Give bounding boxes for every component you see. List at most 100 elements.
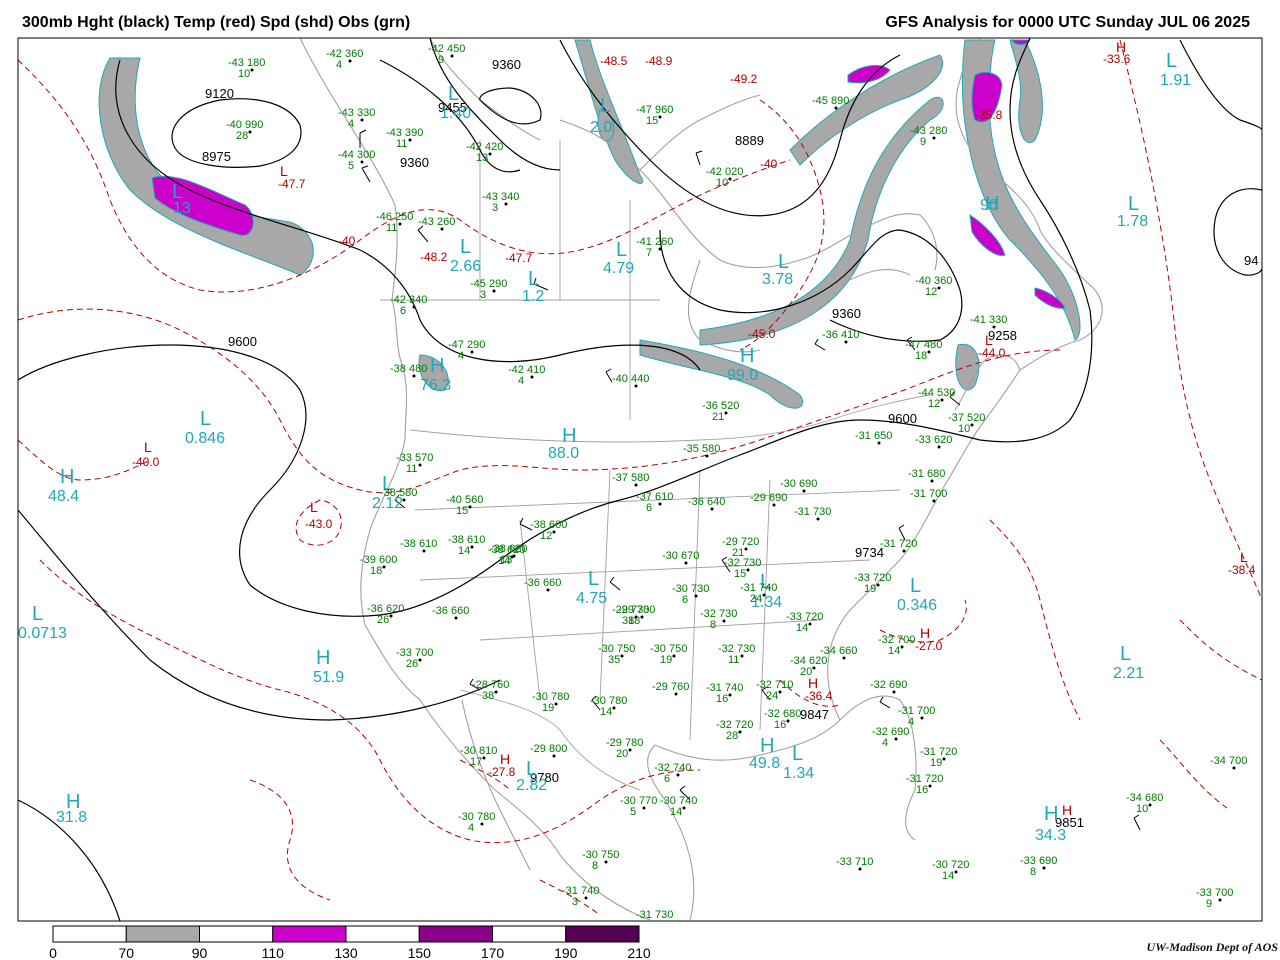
speed-value: 49.8 [749,755,780,772]
station-marker [612,706,616,710]
obs-temp-height: -42 360 [326,48,363,60]
obs-dewpoint: 4 [468,822,474,834]
station-marker [1042,866,1046,870]
station-marker [504,202,508,206]
svg-text:L: L [792,743,803,765]
obs-dewpoint: 12 [925,286,937,298]
obs-dewpoint: 9 [920,136,926,148]
speed-value: 76.3 [420,377,451,394]
obs-dewpoint: 15 [734,568,746,580]
obs-temp-height: -31 680 [908,468,945,480]
legend-bin [418,925,493,943]
station-marker [992,325,996,329]
height-label: 8889 [735,133,764,148]
obs-dewpoint: 4 [458,350,464,362]
station-marker [930,479,934,483]
obs-dewpoint: 17 [470,756,482,768]
station-marker [816,517,820,521]
temp-label: -27.0 [915,639,943,653]
obs-dewpoint: 26 [406,658,418,670]
height-label: 8975 [202,149,231,164]
obs-dewpoint: 11 [386,222,397,234]
svg-text:L: L [460,236,471,258]
station-marker [348,59,352,63]
station-marker [786,719,790,723]
station-marker [694,594,698,598]
obs-dewpoint: 12 [928,398,940,410]
obs-dewpoint: 38 [482,690,494,702]
temp-label: -27.8 [488,765,516,779]
obs-temp-height: -32 740 [654,762,691,774]
temp-label: -44.0 [978,346,1006,360]
station-marker [802,489,806,493]
obs-dewpoint: 24 [750,593,762,605]
obs-temp-height: -30 670 [662,550,699,562]
station-marker [248,130,252,134]
legend-tick-label: 210 [627,945,651,960]
obs-temp-height: -31 730 [636,909,673,921]
svg-text:L: L [448,83,459,105]
obs-temp-height: -43 280 [910,125,947,137]
obs-dewpoint: 14 [942,870,954,882]
temp-label: -48.2 [420,250,448,264]
station-marker [552,530,556,534]
svg-text:H: H [316,647,330,669]
obs-temp-height: -30 780 [458,811,495,823]
legend-bin [125,925,200,943]
speed-value: 90 [980,197,998,214]
obs-dewpoint: 5 [348,160,354,172]
legend-tick-label: 170 [481,945,505,960]
obs-temp-height: -38 580 [380,487,417,499]
speed-value: 4.79 [603,260,634,277]
svg-text:L: L [280,163,288,179]
speed-value: 1.40 [440,105,471,122]
speed-legend: 0 70 90 110 130 150 170 190 210 [49,925,651,960]
legend-tick-label: 150 [408,945,432,960]
obs-temp-height: -41 260 [636,236,673,248]
obs-dewpoint: 20 [616,748,628,760]
obs-dewpoint: 16 [716,693,728,705]
station-marker [1232,766,1236,770]
obs-dewpoint: 20 [800,666,812,678]
obs-dewpoint: 18 [915,350,927,362]
legend-tick-label: 130 [334,945,358,960]
station-marker [738,730,742,734]
obs-dewpoint: 28 [236,130,248,142]
station-marker [937,286,941,290]
obs-temp-height: -43 260 [418,216,455,228]
station-marker [620,654,624,658]
svg-text:H: H [920,625,930,641]
svg-text:L: L [910,575,921,597]
station-marker [250,68,254,72]
obs-dewpoint: 8 [1030,866,1036,878]
station-marker [728,177,732,181]
speed-value: 3.78 [762,271,793,288]
speed-value: 1.2 [522,288,544,305]
svg-text:L: L [32,603,43,625]
legend-bin [199,925,274,943]
station-marker [412,374,416,378]
station-marker [552,754,556,758]
station-marker [900,645,904,649]
station-marker [418,658,422,662]
svg-text:H: H [740,345,754,367]
obs-dewpoint: 19 [660,654,672,666]
station-marker [812,666,816,670]
svg-text:L: L [588,568,599,590]
svg-text:H: H [760,735,774,757]
temp-label: -36.4 [805,689,833,703]
speed-value: 2.0 [590,119,612,136]
height-label: 9600 [888,411,917,426]
station-marker [382,565,386,569]
station-marker [684,561,688,565]
station-marker [937,445,941,449]
obs-dewpoint: 10 [1136,803,1148,815]
svg-text:H: H [562,425,576,447]
station-marker [584,896,588,900]
temp-label: -49.2 [730,72,758,86]
obs-temp-height: -36 410 [822,329,859,341]
obs-temp-height: -31 730 [794,506,831,518]
legend-bin [52,925,127,943]
speed-value: 1.91 [1160,72,1191,89]
station-marker [940,398,944,402]
